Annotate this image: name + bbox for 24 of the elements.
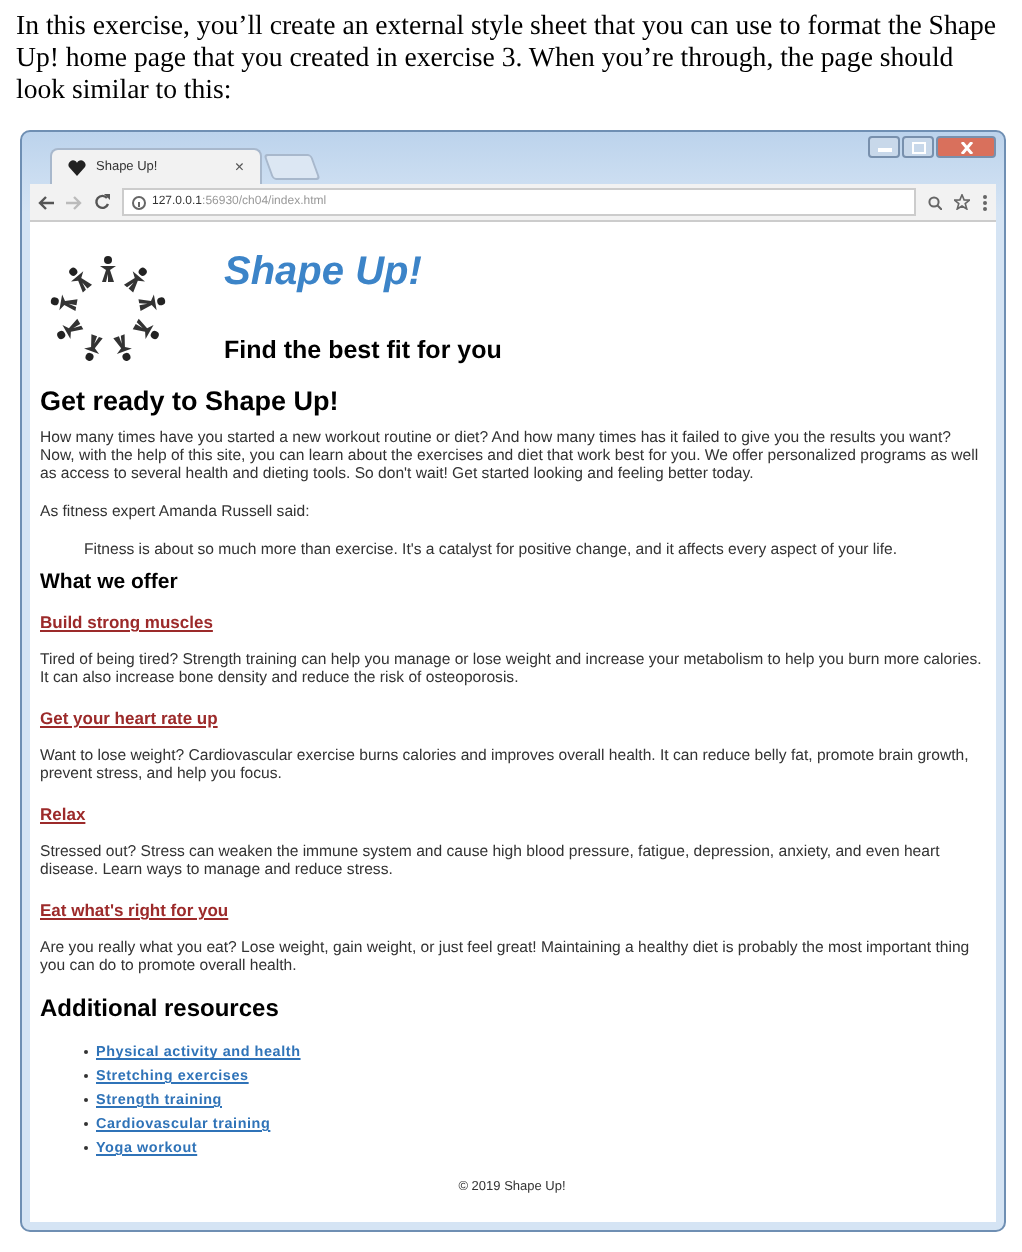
heading-link[interactable]: Eat what's right for you [40, 900, 229, 920]
reload-button[interactable] [94, 194, 110, 210]
info-icon [132, 195, 146, 209]
heading-link[interactable]: Get your heart rate up [40, 708, 218, 728]
heading-link[interactable]: Relax [40, 804, 86, 824]
bookmark-star-icon[interactable] [954, 194, 970, 210]
maximize-icon [911, 141, 925, 153]
menu-icon[interactable] [982, 193, 988, 211]
tagline: Find the best fit for you [224, 336, 502, 364]
minimize-button[interactable] [868, 136, 900, 158]
heart-icon [68, 159, 86, 175]
back-button[interactable] [38, 195, 54, 209]
section-heading: Get ready to Shape Up! [40, 386, 341, 416]
section-heading: What we offer [40, 570, 180, 594]
instruction-paragraph: In this exercise, you’ll create an external style sheet that you can use to format the Shape Up! home page that you created in exercise 3. When you’re through, the page should look similar to this: [16, 10, 998, 106]
section-heading: Additional resources [40, 994, 281, 1022]
close-icon [959, 141, 973, 153]
maximize-button[interactable] [902, 136, 934, 158]
heading-link[interactable]: Build strong muscles [40, 612, 213, 632]
close-tab-button[interactable]: × [234, 158, 244, 176]
site-title: Shape Up! [224, 250, 424, 296]
minimize-icon [877, 142, 891, 152]
zoom-icon[interactable] [928, 195, 942, 209]
close-button[interactable] [936, 136, 996, 158]
